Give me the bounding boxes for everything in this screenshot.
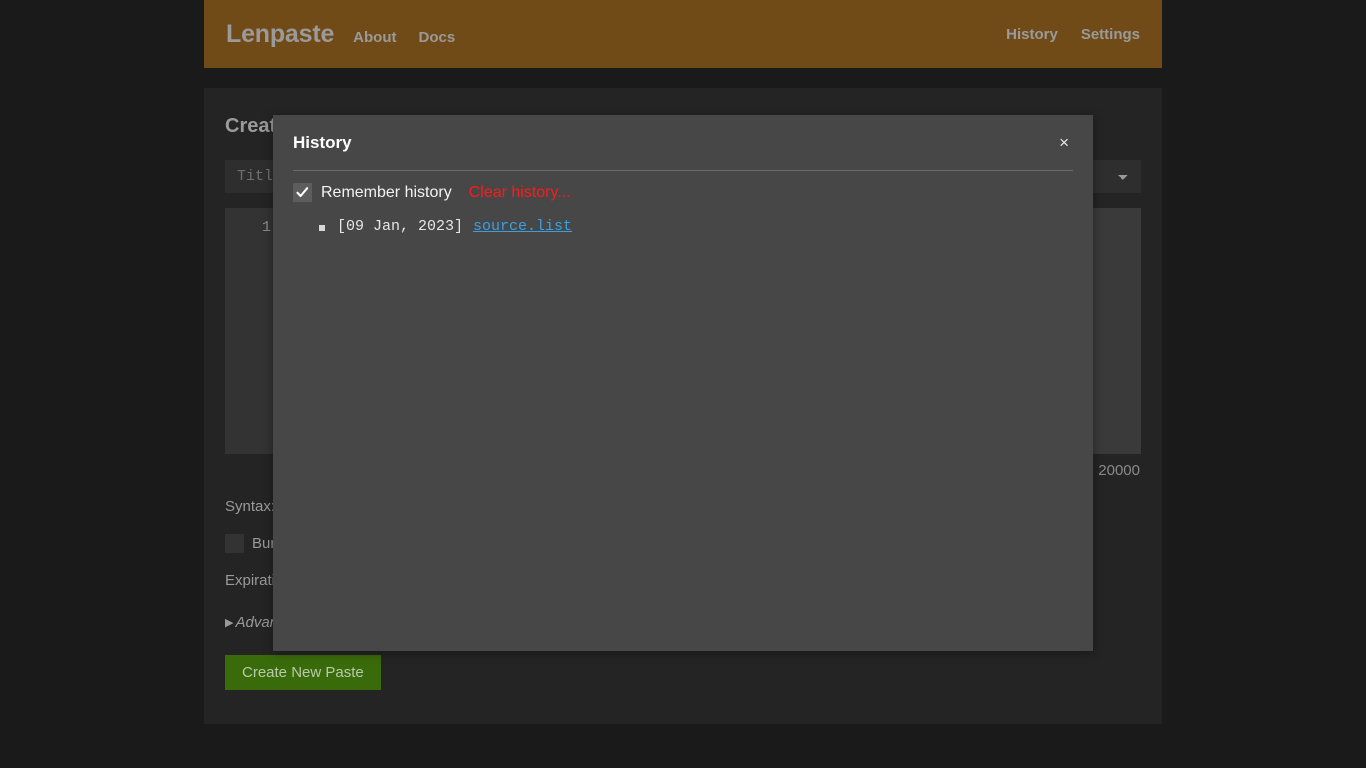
nav-link-history[interactable]: History xyxy=(1006,27,1058,42)
clear-history-link[interactable]: Clear history... xyxy=(469,184,571,202)
nav-link-docs[interactable]: Docs xyxy=(418,30,455,45)
bullet-icon xyxy=(319,225,325,231)
navbar-left-group: Lenpaste About Docs xyxy=(226,22,477,47)
modal-title: History xyxy=(293,134,352,151)
remember-history-checkbox[interactable] xyxy=(293,183,312,202)
syntax-label: Syntax: xyxy=(225,498,275,515)
modal-header: History × xyxy=(293,115,1073,171)
nav-link-settings[interactable]: Settings xyxy=(1081,27,1140,42)
navbar: Lenpaste About Docs History Settings xyxy=(204,0,1162,68)
history-item-date: [09 Jan, 2023] xyxy=(337,218,463,235)
page-root: Lenpaste About Docs History Settings Cre… xyxy=(0,0,1366,768)
check-icon xyxy=(296,186,309,199)
close-icon[interactable]: × xyxy=(1055,132,1073,153)
history-list: [09 Jan, 2023] source.list xyxy=(293,218,1073,235)
create-new-paste-button[interactable]: Create New Paste xyxy=(225,655,381,690)
editor-line-numbers: 1 xyxy=(225,208,280,454)
nav-link-about[interactable]: About xyxy=(353,30,396,45)
triangle-right-icon: ▶ xyxy=(225,616,233,629)
history-modal: History × Remember history Clear history… xyxy=(273,115,1093,651)
brand-logo[interactable]: Lenpaste xyxy=(226,22,334,47)
remember-history-label: Remember history xyxy=(321,184,452,202)
history-item-link[interactable]: source.list xyxy=(473,218,572,235)
remember-history-row: Remember history Clear history... xyxy=(293,183,1073,202)
modal-body: Remember history Clear history... [09 Ja… xyxy=(293,171,1073,235)
list-item: [09 Jan, 2023] source.list xyxy=(337,218,1073,235)
burn-after-read-checkbox[interactable] xyxy=(225,534,244,553)
navbar-right-group: History Settings xyxy=(983,27,1140,42)
